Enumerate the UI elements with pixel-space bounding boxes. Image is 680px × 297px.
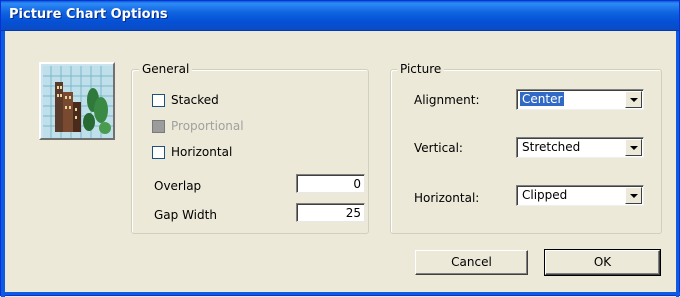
horizontal-checkbox-box[interactable] <box>152 145 165 159</box>
general-group-legend: General <box>139 62 193 76</box>
picture-group-legend: Picture <box>397 62 445 76</box>
stacked-checkbox-box[interactable] <box>152 93 165 107</box>
cancel-button[interactable]: Cancel <box>415 250 528 275</box>
vertical-label: Vertical: <box>414 141 463 155</box>
overlap-input[interactable]: 0 <box>296 174 365 193</box>
alignment-value: Center <box>520 92 565 106</box>
stacked-checkbox[interactable]: Stacked <box>152 93 219 107</box>
proportional-label: Proportional <box>171 119 244 133</box>
horizontal-dropdown-arrow-icon[interactable] <box>625 187 642 204</box>
window-frame-right <box>676 31 679 297</box>
vertical-dropdown[interactable]: Stretched <box>516 137 644 158</box>
window-title: Picture Chart Options <box>9 7 168 22</box>
proportional-checkbox: Proportional <box>152 119 244 133</box>
window-frame-bottom <box>1 292 680 295</box>
horizontal-value: Clipped <box>522 188 568 202</box>
horizontal-checkbox[interactable]: Horizontal <box>152 145 232 159</box>
picture-chart-icon <box>39 62 115 140</box>
window-frame-left <box>1 31 5 297</box>
stacked-label: Stacked <box>171 93 219 107</box>
vertical-value: Stretched <box>522 140 581 154</box>
vertical-dropdown-arrow-icon[interactable] <box>625 139 642 156</box>
alignment-dropdown-arrow-icon[interactable] <box>625 91 642 108</box>
title-bar[interactable]: Picture Chart Options <box>1 1 679 31</box>
horizontal-dropdown[interactable]: Clipped <box>516 185 644 206</box>
horizontal-label: Horizontal <box>171 145 233 159</box>
horizontal-alignment-label: Horizontal: <box>414 191 480 205</box>
alignment-label: Alignment: <box>414 93 480 107</box>
gap-width-label: Gap Width <box>154 208 217 222</box>
ok-button[interactable]: OK <box>544 249 661 276</box>
dialog-window: Picture Chart Options General Stacked Pr… <box>0 0 680 297</box>
alignment-dropdown[interactable]: Center <box>516 89 644 110</box>
overlap-label: Overlap <box>154 179 202 193</box>
proportional-checkbox-box <box>152 119 165 133</box>
gap-width-input[interactable]: 25 <box>296 203 365 222</box>
